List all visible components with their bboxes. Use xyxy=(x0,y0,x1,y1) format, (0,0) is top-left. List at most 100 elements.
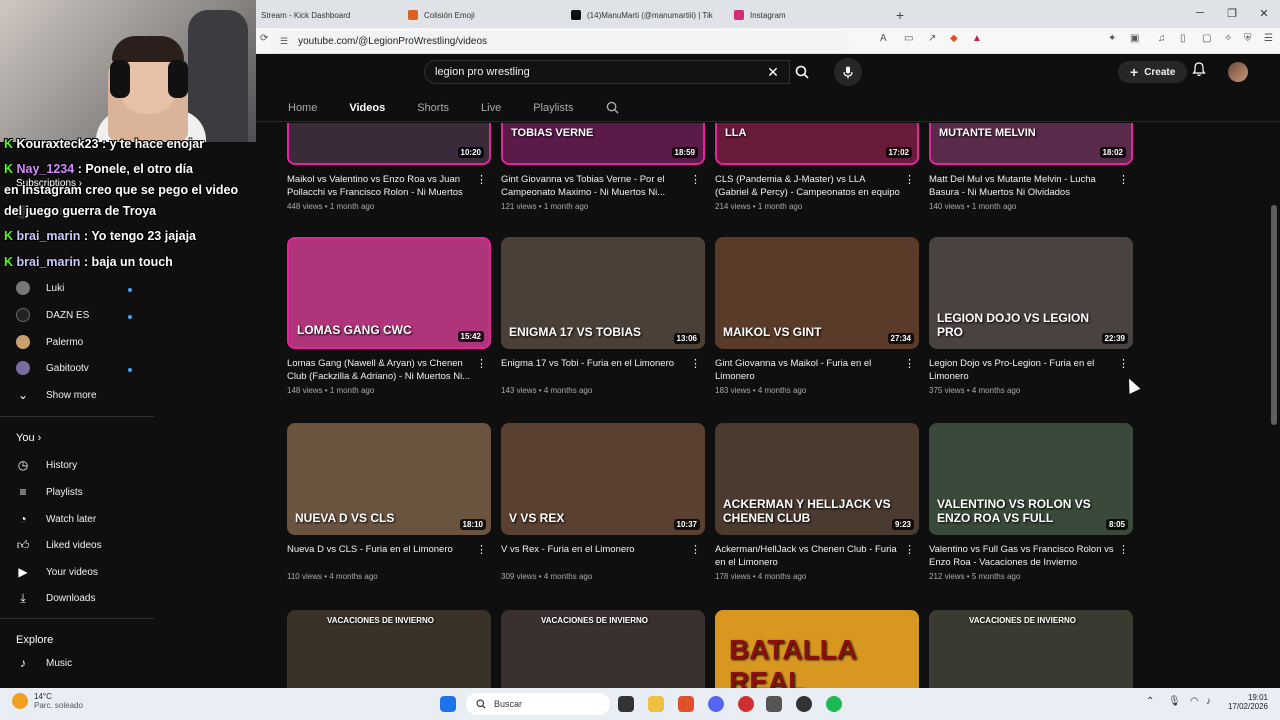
sidebar-item-palermo[interactable]: Palermo xyxy=(16,330,156,354)
vpn-icon[interactable]: ⛨ xyxy=(1244,33,1252,44)
video-thumbnail[interactable]: BATALLA REAL xyxy=(715,610,919,688)
tab-search-icon[interactable]: ▣ xyxy=(1130,33,1139,44)
video-card[interactable]: BATALLA REAL xyxy=(715,610,919,688)
video-thumbnail[interactable]: NUEVA D VS CLS 18:10 xyxy=(287,423,491,535)
more-options-icon[interactable]: ⋮ xyxy=(690,173,701,186)
video-card[interactable]: MUTANTE MELVIN 18:02 Matt Del Mul vs Mutan… xyxy=(929,123,1133,211)
video-thumbnail[interactable]: VACACIONES DE INVIERNO xyxy=(929,610,1133,688)
taskbar-search[interactable]: Buscar xyxy=(466,693,610,715)
video-thumbnail[interactable]: LOMAS GANG CWC 15:42 xyxy=(287,237,491,349)
video-thumbnail[interactable]: TOBIAS VERNE 18:59 xyxy=(501,123,705,165)
restore-button[interactable]: ❐ xyxy=(1216,0,1248,26)
video-title[interactable]: Ackerman/HellJack vs Chenen Club - Furia… xyxy=(715,543,901,569)
video-card[interactable]: 10:20 Maikol vs Valentino vs Enzo Roa vs … xyxy=(287,123,491,211)
discord-icon[interactable] xyxy=(708,696,724,712)
video-card[interactable]: VACACIONES DE INVIERNO xyxy=(501,610,705,688)
media-icon[interactable]: ♫ xyxy=(1158,33,1166,44)
video-title[interactable]: Nueva D vs CLS - Furia en el Limonero xyxy=(287,543,473,569)
video-thumbnail[interactable]: MUTANTE MELVIN 18:02 xyxy=(929,123,1133,165)
video-card[interactable]: VACACIONES DE INVIERNO xyxy=(287,610,491,688)
search-input[interactable]: legion pro wrestling xyxy=(424,60,790,84)
video-thumbnail[interactable]: VALENTINO VS ROLON VS ENZO ROA VS FULL 8:… xyxy=(929,423,1133,535)
weather-widget[interactable]: 14°C Parc. soleado xyxy=(12,692,83,710)
video-card[interactable]: VACACIONES DE INVIERNO xyxy=(929,610,1133,688)
mic-icon[interactable] xyxy=(834,58,862,86)
reload-icon[interactable]: ⟳ xyxy=(260,33,268,44)
brave-rewards-icon[interactable]: ▲ xyxy=(972,33,982,44)
video-title[interactable]: Gint Giovanna vs Tobias Verne - Por el C… xyxy=(501,173,687,199)
sidebar-toggle-icon[interactable]: ▯ xyxy=(1180,33,1186,44)
sidebar-item-downloads[interactable]: ⤓ Downloads xyxy=(16,586,156,610)
address-bar[interactable]: ☰ youtube.com/@LegionProWrestling/videos xyxy=(270,31,850,51)
obs-icon[interactable] xyxy=(796,696,812,712)
close-window-button[interactable]: ✕ xyxy=(1248,0,1280,26)
video-thumbnail[interactable]: MAIKOL VS GINT 27:34 xyxy=(715,237,919,349)
video-title[interactable]: CLS (Pandemia & J-Master) vs LLA (Gabrie… xyxy=(715,173,901,199)
volume-icon[interactable]: ♪ xyxy=(1206,696,1211,707)
tab-home[interactable]: Home xyxy=(288,95,317,121)
page-scrollbar[interactable] xyxy=(1271,205,1277,425)
tab-videos[interactable]: Videos xyxy=(349,95,385,121)
show-more-button[interactable]: ⌄ Show more xyxy=(16,383,156,407)
sidebar-item-gabitootv[interactable]: Gabitootv xyxy=(16,356,156,380)
more-options-icon[interactable]: ⋮ xyxy=(476,543,487,556)
video-title[interactable]: Valentino vs Full Gas vs Francisco Rolon… xyxy=(929,543,1115,569)
more-options-icon[interactable]: ⋮ xyxy=(476,357,487,370)
more-options-icon[interactable]: ⋮ xyxy=(904,543,915,556)
video-title[interactable]: V vs Rex - Furia en el Limonero xyxy=(501,543,687,569)
sidebar-item-luki[interactable]: Luki xyxy=(16,276,156,300)
leo-icon[interactable]: ✧ xyxy=(1224,33,1232,44)
clock[interactable]: 19:01 17/02/2026 xyxy=(1220,693,1268,711)
create-button[interactable]: + Create xyxy=(1118,61,1188,83)
video-title[interactable]: Legion Dojo vs Pro-Legion - Furia en el … xyxy=(929,357,1115,383)
more-options-icon[interactable]: ⋮ xyxy=(904,173,915,186)
video-card[interactable]: LLA 17:02 CLS (Pandemia & J-Master) vs LLA… xyxy=(715,123,919,211)
video-card[interactable]: ENIGMA 17 VS TOBIAS 13:06 Enigma 17 vs Tob… xyxy=(501,237,705,395)
you-heading[interactable]: You › xyxy=(16,432,41,444)
more-options-icon[interactable]: ⋮ xyxy=(690,543,701,556)
task-view-icon[interactable] xyxy=(618,696,634,712)
wifi-icon[interactable]: ◠ xyxy=(1190,696,1199,707)
search-icon[interactable] xyxy=(790,60,814,84)
sidebar-item-music[interactable]: ♪ Music xyxy=(16,651,156,675)
app-icon[interactable] xyxy=(766,696,782,712)
video-title[interactable]: Matt Del Mul vs Mutante Melvin - Lucha B… xyxy=(929,173,1115,199)
video-thumbnail[interactable]: LLA 17:02 xyxy=(715,123,919,165)
clear-search-icon[interactable]: ✕ xyxy=(761,60,785,84)
video-card[interactable]: TOBIAS VERNE 18:59 Gint Giovanna vs Tobias… xyxy=(501,123,705,211)
video-card[interactable]: V VS REX 10:37 V vs Rex - Furia en el Limo… xyxy=(501,423,705,581)
brave-browser-icon[interactable] xyxy=(678,696,694,712)
tab-live[interactable]: Live xyxy=(481,95,501,121)
minimize-button[interactable]: ─ xyxy=(1184,0,1216,26)
more-options-icon[interactable]: ⋮ xyxy=(1118,543,1129,556)
video-thumbnail[interactable]: ACKERMAN Y HELLJACK VS CHENEN CLUB 9:23 xyxy=(715,423,919,535)
sidebar-item-playlists[interactable]: ≡ Playlists xyxy=(16,480,156,504)
tab-playlists[interactable]: Playlists xyxy=(533,95,573,121)
cast-icon[interactable]: ▭ xyxy=(904,33,913,44)
video-title[interactable]: Gint Giovanna vs Maikol - Furia en el Li… xyxy=(715,357,901,383)
brave-shield-icon[interactable]: ◆ xyxy=(950,33,958,44)
more-options-icon[interactable]: ⋮ xyxy=(1118,173,1129,186)
video-title[interactable]: Lomas Gang (Nawell & Aryan) vs Chenen Cl… xyxy=(287,357,473,383)
extensions-icon[interactable]: ✦ xyxy=(1108,33,1116,44)
new-tab-button[interactable]: + xyxy=(887,2,913,28)
video-thumbnail[interactable]: 10:20 xyxy=(287,123,491,165)
browser-tab[interactable]: Colisión Emoji xyxy=(398,2,561,28)
video-thumbnail[interactable]: V VS REX 10:37 xyxy=(501,423,705,535)
sidebar-item-liked[interactable]: 👍︎ Liked videos xyxy=(16,533,156,557)
wallet-icon[interactable]: ▢ xyxy=(1202,33,1211,44)
browser-tab[interactable]: Instagram xyxy=(724,2,887,28)
translate-icon[interactable]: A xyxy=(880,33,887,44)
sidebar-item-dazn[interactable]: DAZN ES xyxy=(16,303,156,327)
video-card[interactable]: NUEVA D VS CLS 18:10 Nueva D vs CLS - Furi… xyxy=(287,423,491,581)
more-options-icon[interactable]: ⋮ xyxy=(476,173,487,186)
video-thumbnail[interactable]: ENIGMA 17 VS TOBIAS 13:06 xyxy=(501,237,705,349)
account-avatar[interactable] xyxy=(1228,62,1248,82)
menu-icon[interactable]: ☰ xyxy=(1264,33,1273,44)
more-options-icon[interactable]: ⋮ xyxy=(904,357,915,370)
video-thumbnail[interactable]: LEGION DOJO VS LEGION PRO 22:39 xyxy=(929,237,1133,349)
video-title[interactable]: Maikol vs Valentino vs Enzo Roa vs Juan … xyxy=(287,173,473,199)
share-icon[interactable]: ↗ xyxy=(928,33,936,44)
browser-tab[interactable]: Stream - Kick Dashboard xyxy=(235,2,398,28)
sidebar-item-your-videos[interactable]: ▶ Your videos xyxy=(16,560,156,584)
